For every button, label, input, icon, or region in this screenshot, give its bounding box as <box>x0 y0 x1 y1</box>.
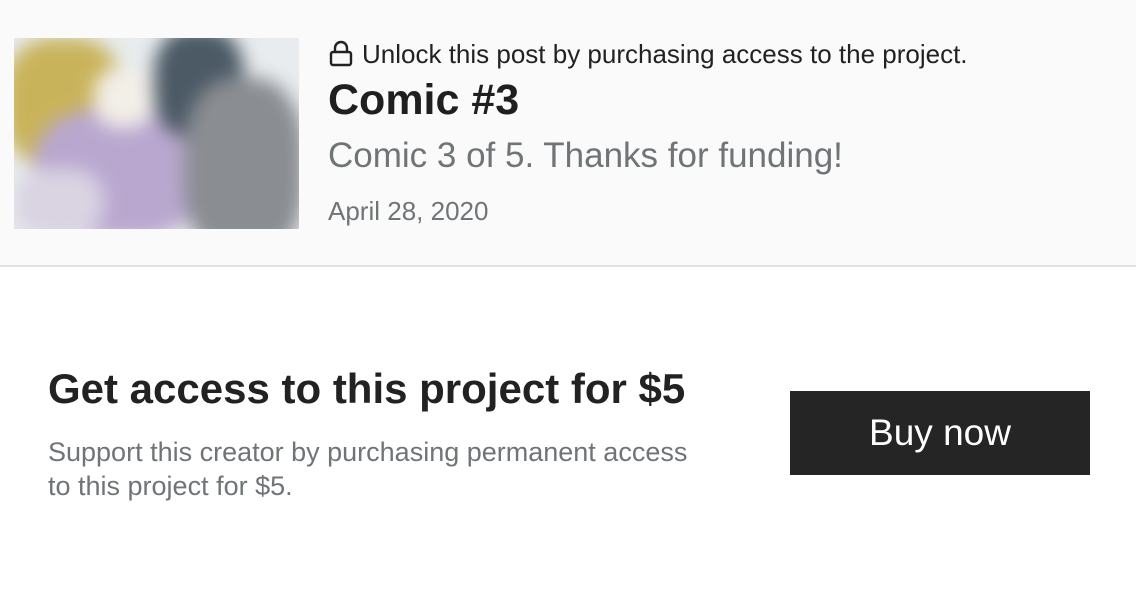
post-title[interactable]: Comic #3 <box>328 76 519 125</box>
lock-icon <box>328 40 354 68</box>
offer-title: Get access to this project for $5 <box>48 365 686 412</box>
locked-notice-text: Unlock this post by purchasing access to… <box>362 38 968 69</box>
offer-description: Support this creator by purchasing perma… <box>48 437 688 501</box>
locked-notice: Unlock this post by purchasing access to… <box>328 36 968 72</box>
buy-now-button[interactable]: Buy now <box>790 391 1090 475</box>
post-thumbnail <box>14 38 299 229</box>
post-subtitle: Comic 3 of 5. Thanks for funding! <box>328 136 843 175</box>
thumbnail-blur <box>14 38 299 229</box>
post-date: April 28, 2020 <box>328 196 489 226</box>
thumbnail-shape <box>14 168 104 229</box>
post-header: Unlock this post by purchasing access to… <box>0 0 1136 267</box>
thumbnail-shape <box>94 68 154 128</box>
purchase-offer: Get access to this project for $5 Suppor… <box>0 267 1136 593</box>
thumbnail-shape <box>184 78 299 229</box>
